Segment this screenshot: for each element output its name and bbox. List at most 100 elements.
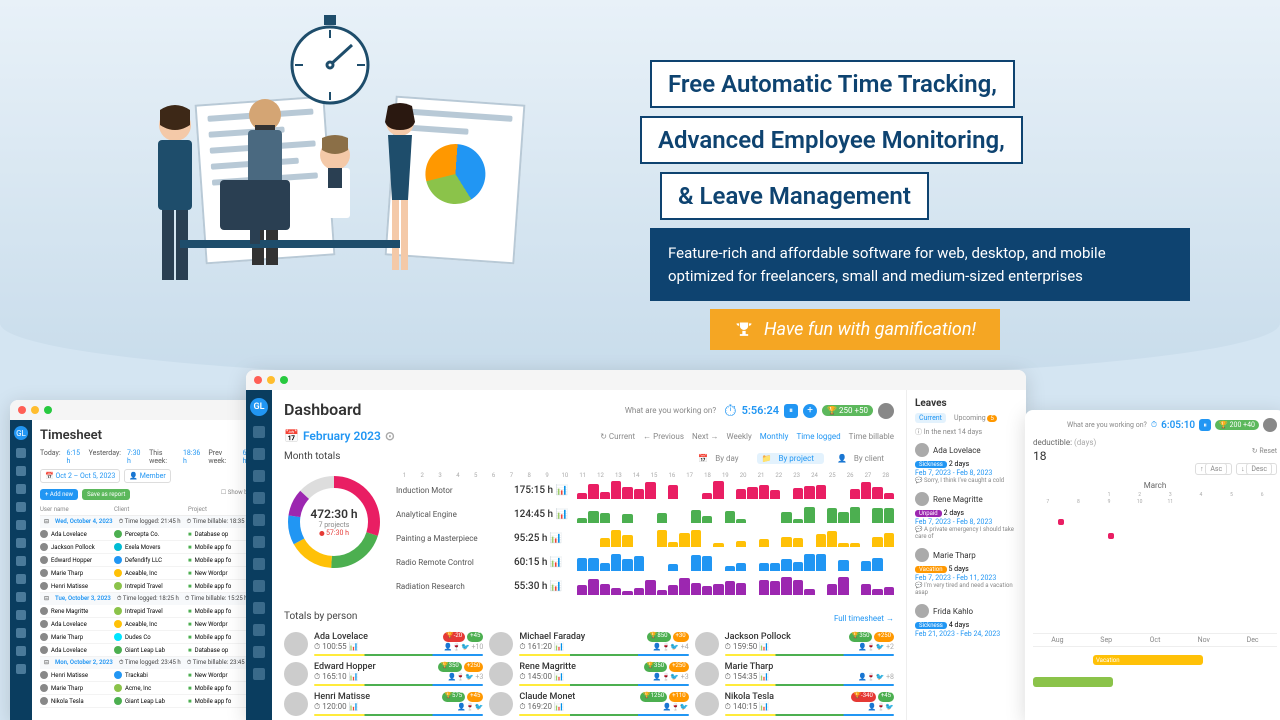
nav-current[interactable]: ↻ Current	[600, 432, 635, 441]
gamification-badge[interactable]: Have fun with gamification!	[710, 309, 1000, 350]
person-card[interactable]: Michael Faraday🏆850+30 ⏱ 161:20 📊👤🍷🐦 +4	[489, 632, 688, 656]
timesheet-row[interactable]: Ada LovelacePercepta Co.■ Database op	[40, 528, 262, 541]
app-logo[interactable]: GL	[250, 398, 268, 416]
timesheet-row[interactable]: Marie TharpAcme, Inc■ Mobile app fo	[40, 682, 262, 695]
nav-icon[interactable]	[16, 448, 26, 458]
day-date[interactable]: Mon, October 2, 2023	[55, 659, 113, 667]
person-card[interactable]: Edward Hopper🏆350+250 ⏱ 165:10 📊👤🍷🐦 +3	[284, 662, 483, 686]
timesheet-row[interactable]: Marie TharpAceable, Inc■ New Wordpr	[40, 567, 262, 580]
gantt-vacation[interactable]: Vacation	[1093, 655, 1203, 665]
working-on-label[interactable]: What are you working on?	[625, 406, 716, 415]
nav-icon[interactable]	[253, 426, 265, 438]
add-new-button[interactable]: + Add new	[40, 489, 78, 500]
nav-icon[interactable]	[253, 536, 265, 548]
nav-time-billable[interactable]: Time billable	[849, 432, 894, 441]
add-button[interactable]: +	[803, 404, 817, 418]
nav-icon[interactable]	[253, 448, 265, 460]
day-date[interactable]: Tue, October 3, 2023	[55, 595, 111, 603]
nav-next[interactable]: Next →	[692, 432, 719, 441]
calendar-icon: 📅	[284, 429, 299, 443]
reset-button[interactable]: ↻ Reset	[1252, 447, 1277, 455]
full-timesheet-link[interactable]: Full timesheet →	[834, 614, 894, 623]
hero-text-block: Free Automatic Time Tracking, Advanced E…	[650, 60, 1190, 350]
leave-card[interactable]: Frida Kahlo Sickness 4 days Feb 21, 2023…	[915, 604, 1018, 638]
nav-icon[interactable]	[253, 470, 265, 482]
day-date[interactable]: Wed, October 4, 2023	[55, 518, 113, 526]
leave-marker[interactable]	[1108, 533, 1114, 539]
nav-icon[interactable]	[253, 514, 265, 526]
project-row[interactable]: Radio Remote Control60:15 h 📊	[396, 553, 894, 571]
project-row[interactable]: Induction Motor175:15 h 📊	[396, 481, 894, 499]
avatar[interactable]	[878, 403, 894, 419]
nav-icon[interactable]	[16, 538, 26, 548]
nav-icon[interactable]	[16, 574, 26, 584]
nav-icon[interactable]	[16, 502, 26, 512]
nav-icon[interactable]	[16, 520, 26, 530]
person-card[interactable]: Claude Monet🏆1250+110 ⏱ 169:20 📊👤🍷🐦	[489, 692, 688, 716]
pause-button[interactable]: ⏸	[784, 404, 798, 418]
tab-by-day[interactable]: 📅 By day	[693, 453, 748, 464]
month-selector[interactable]: 📅 February 2023 ⊙	[284, 429, 395, 443]
nav-icon[interactable]	[16, 646, 26, 656]
timesheet-row[interactable]: Jackson PollockExela Movers■ Mobile app …	[40, 541, 262, 554]
pause-button[interactable]: ⏸	[1199, 419, 1211, 431]
nav-icon[interactable]	[253, 492, 265, 504]
leave-card[interactable]: Marie Tharp Vacation 5 days Feb 7, 2023 …	[915, 548, 1018, 596]
timer-value: 6:05:10	[1161, 420, 1195, 431]
nav-weekly[interactable]: Weekly	[726, 432, 751, 441]
timesheet-row[interactable]: Ada LovelaceAceable, Inc■ New Wordpr	[40, 618, 262, 631]
app-sidebar: GL	[10, 420, 32, 720]
person-card[interactable]: Jackson Pollock🏆350+250 ⏱ 159:50 📊👤🍷🐦 +2	[695, 632, 894, 656]
project-row[interactable]: Analytical Engine124:45 h 📊	[396, 505, 894, 523]
nav-icon[interactable]	[253, 580, 265, 592]
leave-card[interactable]: Rene Magritte Unpaid 2 days Feb 7, 2023 …	[915, 492, 1018, 540]
nav-icon[interactable]	[16, 556, 26, 566]
sort-desc[interactable]: ↓ Desc	[1236, 463, 1277, 475]
nav-icon[interactable]	[16, 628, 26, 638]
avatar	[915, 548, 929, 562]
nav-icon[interactable]	[253, 624, 265, 636]
leave-card[interactable]: Ada Lovelace Sickness 2 days Feb 7, 2023…	[915, 443, 1018, 484]
member-filter[interactable]: 👤 Member	[124, 469, 170, 483]
tab-by-client[interactable]: 👤 By client	[832, 453, 894, 464]
timesheet-row[interactable]: Ada LovelaceGiant Leap Lab■ Database op	[40, 644, 262, 657]
tab-by-project[interactable]: 📁 By project	[757, 453, 824, 464]
nav-icon[interactable]	[16, 592, 26, 602]
timesheet-row[interactable]: Henri MatisseIntrepid Travel■ Mobile app…	[40, 580, 262, 593]
leave-marker[interactable]	[1058, 519, 1064, 525]
nav-icon[interactable]	[16, 664, 26, 674]
nav-icon[interactable]	[16, 484, 26, 494]
nav-icon[interactable]	[16, 466, 26, 476]
person-card[interactable]: Rene Magritte🏆350+250 ⏱ 145:00 📊👤🍷🐦 +3	[489, 662, 688, 686]
save-report-button[interactable]: Save as report	[82, 489, 130, 500]
timesheet-row[interactable]: Marie TharpDudes Co■ Mobile app fo	[40, 631, 262, 644]
nav-icon[interactable]	[253, 646, 265, 658]
app-logo[interactable]: GL	[14, 426, 28, 440]
timesheet-row[interactable]: Nikola TeslaGiant Leap Lab■ Mobile app f…	[40, 695, 262, 708]
timesheet-row[interactable]: Henri MatisseTrackabi■ New Wordpr	[40, 669, 262, 682]
nav-monthly[interactable]: Monthly	[760, 432, 789, 441]
avatar	[489, 632, 513, 656]
nav-icon[interactable]	[253, 602, 265, 614]
person-card[interactable]: Henri Matisse🏆575+45 ⏱ 120:00 📊👤🍷🐦	[284, 692, 483, 716]
timesheet-row[interactable]: Rene MagritteIntrepid Travel■ Mobile app…	[40, 605, 262, 618]
person-card[interactable]: Nikola Tesla🏆-340+45 ⏱ 140:15 📊👤🍷🐦	[695, 692, 894, 716]
date-range[interactable]: 📅 Oct 2 – Oct 5, 2023	[40, 469, 120, 483]
nav-previous[interactable]: ← Previous	[643, 432, 684, 441]
nav-icon[interactable]	[253, 558, 265, 570]
project-row[interactable]: Radiation Research55:30 h 📊	[396, 577, 894, 595]
nav-icon[interactable]	[253, 668, 265, 680]
leaves-tab-upcoming[interactable]: Upcoming 5	[950, 413, 1001, 423]
person-card[interactable]: Marie Tharp ⏱ 154:35 📊👤🍷🐦 +8	[695, 662, 894, 686]
leaves-tab-current[interactable]: Current	[915, 413, 946, 423]
nav-time-logged[interactable]: Time logged	[796, 432, 840, 441]
avatar[interactable]	[1263, 418, 1277, 432]
person-card[interactable]: Ada Lovelace🏆-20+45 ⏱ 100:55 📊👤🍷🐦 +10	[284, 632, 483, 656]
timesheet-row[interactable]: Edward HopperDefendify LLC■ Mobile app f…	[40, 554, 262, 567]
nav-icon[interactable]	[16, 610, 26, 620]
avatar	[915, 604, 929, 618]
project-row[interactable]: Painting a Masterpiece95:25 h 📊	[396, 529, 894, 547]
sort-asc[interactable]: ↑ Asc	[1195, 463, 1232, 475]
avatar	[284, 632, 308, 656]
gantt-bar[interactable]	[1033, 677, 1113, 687]
